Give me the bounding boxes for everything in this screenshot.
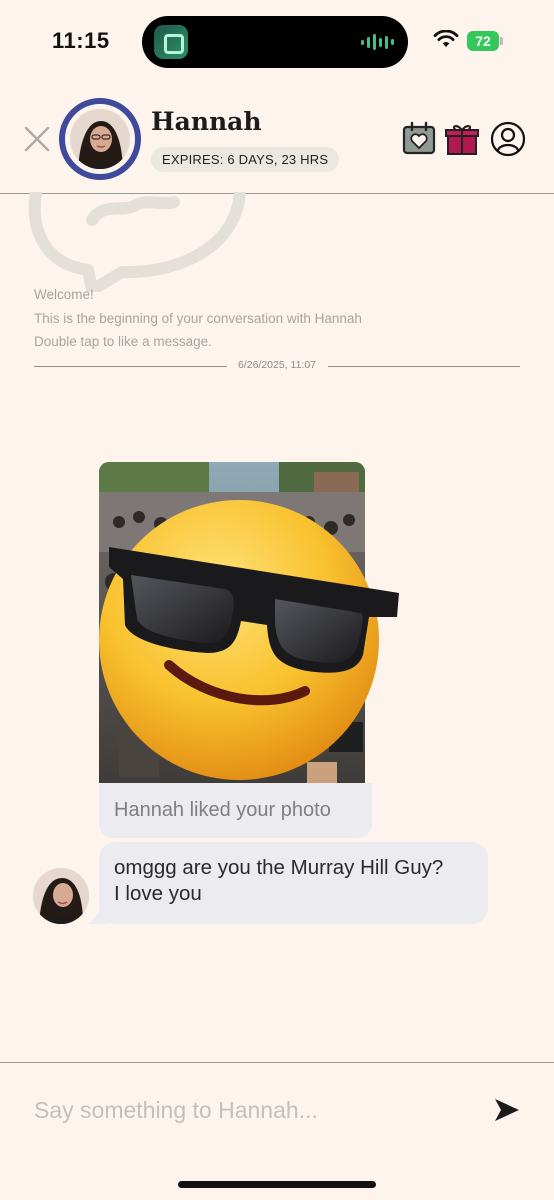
wifi-icon [433,30,459,47]
intro-welcome: Welcome! [34,287,94,302]
photo-liked-caption: Hannah liked your photo [99,783,372,838]
intro-beginning: This is the beginning of your conversati… [34,310,362,326]
sunglasses-emoji-reaction [99,500,399,780]
avatar[interactable] [70,109,130,169]
close-icon[interactable] [22,124,52,154]
home-indicator [178,1181,376,1188]
divider-date: 6/26/2025, 11:07 [237,359,317,371]
battery-tip [500,37,503,45]
gift-icon[interactable] [444,121,480,157]
message-text-line-2: I love you [114,882,202,905]
profile-icon[interactable] [490,121,526,157]
message-composer [0,1062,554,1200]
chat-bubble-watermark-icon [28,192,246,292]
sender-avatar[interactable] [33,868,89,924]
status-time: 11:15 [52,28,110,53]
audio-wave-icon [361,34,394,50]
divider-line-left [34,366,227,367]
contact-name: Hannah [151,107,262,136]
send-icon[interactable] [493,1097,521,1123]
calendar-heart-icon[interactable] [401,121,437,157]
intro-double-tap-hint: Double tap to like a message. [34,334,212,349]
divider-line-right [328,366,520,367]
battery-icon: 72 [467,31,499,51]
chat-header: Hannah EXPIRES: 6 DAYS, 23 HRS [0,80,554,194]
expiry-badge: EXPIRES: 6 DAYS, 23 HRS [151,147,340,172]
incoming-message-bubble[interactable]: omggg are you the Murray Hill Guy? I lov… [99,842,488,924]
conversation-intro: Welcome! This is the beginning of your c… [34,283,362,354]
message-input[interactable] [34,1093,474,1127]
live-activity-app-icon [154,25,188,59]
dynamic-island [142,16,408,68]
avatar-portrait [70,109,130,169]
sender-avatar-portrait [33,868,89,924]
message-text-line-1: omggg are you the Murray Hill Guy? [114,856,444,879]
status-bar: 11:15 72 [0,0,554,80]
